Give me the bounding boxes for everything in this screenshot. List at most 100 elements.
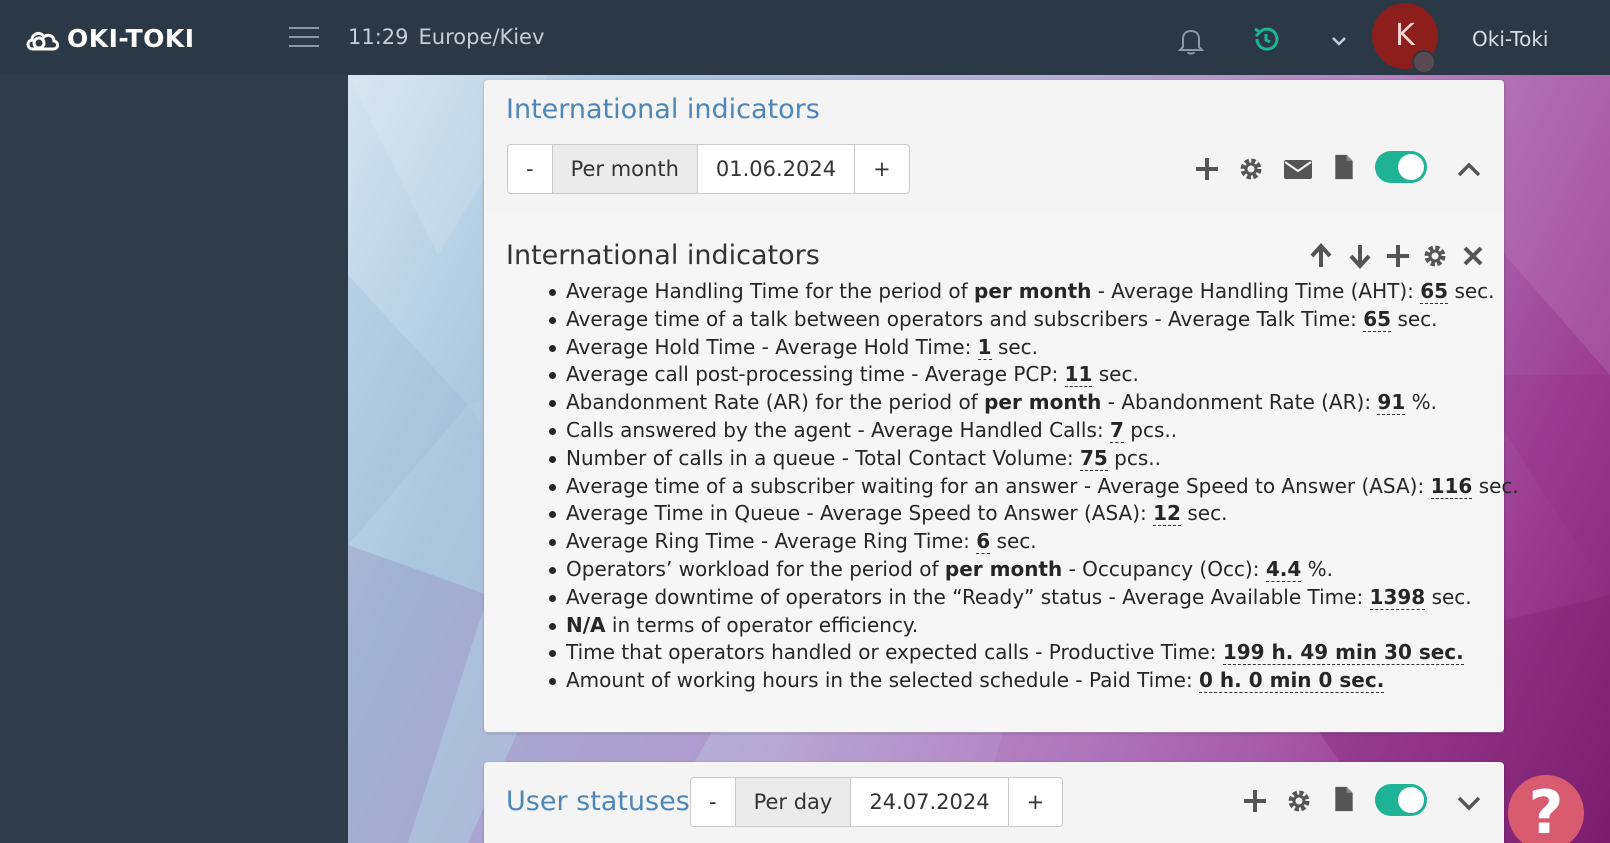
indicator-metric: - Abandonment Rate (AR): <box>1101 390 1378 415</box>
gear-icon[interactable] <box>1422 243 1448 269</box>
indicator-value[interactable]: 199 h. 49 min 30 sec. <box>1222 640 1464 666</box>
indicator-value[interactable]: 12 <box>1153 501 1181 527</box>
arrow-up-icon[interactable] <box>1308 243 1334 269</box>
indicator-value[interactable]: 65 <box>1363 306 1392 332</box>
top-bar: OKI-TOKI 11:29 Europe/Kiev K Oki-Toki <box>0 0 1610 75</box>
indicator-item: Operators’ workload for the period of pe… <box>540 556 1480 584</box>
indicator-item: Average time of a subscriber waiting for… <box>540 473 1519 501</box>
clock: 11:29 Europe/Kiev <box>348 25 544 49</box>
indicator-text: Amount of working hours in the selected … <box>566 668 1200 693</box>
indicator-item: Time that operators handled or expected … <box>540 639 1480 667</box>
indicator-item: Average Time in Queue - Average Speed to… <box>540 500 1480 528</box>
indicator-unit: pcs.. <box>1123 417 1178 442</box>
help-button[interactable]: ? <box>1508 775 1584 843</box>
logo[interactable]: OKI-TOKI <box>24 24 195 53</box>
indicator-text: Average downtime of operators in the “Re… <box>566 584 1370 609</box>
indicator-text: Average Time in Queue - Average Speed to… <box>566 501 1154 526</box>
add-icon[interactable] <box>1385 243 1411 269</box>
arrow-down-icon[interactable] <box>1347 243 1373 269</box>
indicator-text: Calls answered by the agent - Average Ha… <box>566 417 1110 442</box>
indicator-text: Average time of a subscriber waiting for… <box>566 473 1431 498</box>
indicator-metric: in terms of operator efficiency. <box>605 612 919 637</box>
chevron-down-icon[interactable] <box>1331 34 1347 48</box>
indicator-unit: sec. <box>1092 362 1139 387</box>
indicator-unit: pcs.. <box>1107 445 1162 470</box>
indicator-item: N/A in terms of operator efficiency. <box>540 612 1480 640</box>
indicator-text: Time that operators handled or expected … <box>566 640 1223 665</box>
indicator-text: Average Ring Time - Average Ring Time: <box>566 529 977 554</box>
indicator-period: per month <box>984 390 1102 415</box>
indicator-value[interactable]: 91 <box>1377 390 1406 416</box>
indicator-text: Average time of a talk between operators… <box>566 306 1364 331</box>
indicator-value[interactable]: 65 <box>1420 279 1449 304</box>
indicator-item: Average call post-processing time - Aver… <box>540 361 1480 389</box>
indicator-unit: %. <box>1301 556 1333 581</box>
indicator-unit: sec. <box>1425 584 1472 609</box>
indicator-item: Average Ring Time - Average Ring Time: 6… <box>540 528 1480 556</box>
indicator-item: Abandonment Rate (AR) for the period of … <box>540 389 1480 417</box>
widget-title: International indicators <box>506 240 820 271</box>
indicator-period: per month <box>974 279 1092 303</box>
add-icon[interactable] <box>1194 156 1220 182</box>
indicator-metric: - Average Handling Time (AHT): <box>1091 279 1421 303</box>
period-selector: - Per day 24.07.2024 + <box>690 777 1064 827</box>
indicator-item: Calls answered by the agent - Average Ha… <box>540 417 1480 445</box>
indicator-value[interactable]: 4.4 <box>1265 556 1302 582</box>
period-mode-button[interactable]: Per day <box>735 778 852 826</box>
indicator-text: Average Handling Time for the period of <box>566 279 975 303</box>
indicator-value[interactable]: 7 <box>1109 417 1124 443</box>
indicator-unit: sec. <box>990 529 1037 554</box>
indicator-metric: - Occupancy (Occ): <box>1062 556 1266 581</box>
date-input[interactable]: 01.06.2024 <box>698 145 856 193</box>
indicator-item: Average downtime of operators in the “Re… <box>540 584 1480 612</box>
indicator-value[interactable]: 0 h. 0 min 0 sec. <box>1199 668 1385 694</box>
prev-period-button[interactable]: - <box>508 145 553 193</box>
next-period-button[interactable]: + <box>855 145 909 193</box>
period-mode-button[interactable]: Per month <box>552 145 698 193</box>
current-time: 11:29 <box>348 25 409 49</box>
indicator-unit: sec. <box>1391 306 1438 331</box>
document-icon[interactable] <box>1331 154 1357 180</box>
close-icon[interactable] <box>1460 243 1486 269</box>
indicator-unit: %. <box>1405 390 1437 415</box>
status-dot <box>1412 50 1436 74</box>
indicator-value[interactable]: 1398 <box>1369 584 1426 610</box>
document-icon[interactable] <box>1331 786 1357 812</box>
timezone: Europe/Kiev <box>418 25 545 49</box>
menu-toggle-icon[interactable] <box>289 27 319 49</box>
indicator-value[interactable]: 75 <box>1079 445 1108 471</box>
username[interactable]: Oki-Toki <box>1472 27 1548 51</box>
cloud-logo-icon <box>26 31 60 50</box>
indicator-item: Number of calls in a queue - Total Conta… <box>540 445 1480 473</box>
panel-title: User statuses <box>506 786 690 817</box>
add-icon[interactable] <box>1242 788 1268 814</box>
indicator-value[interactable]: 11 <box>1064 362 1093 388</box>
indicator-item: Average Handling Time for the period of … <box>540 278 1495 306</box>
indicator-unit: sec. <box>1448 279 1495 303</box>
date-input[interactable]: 24.07.2024 <box>851 778 1009 826</box>
indicator-item: Average time of a talk between operators… <box>540 306 1480 334</box>
indicator-value[interactable]: 116 <box>1430 473 1473 499</box>
email-icon[interactable] <box>1283 156 1313 182</box>
period-selector: - Per month 01.06.2024 + <box>507 144 910 194</box>
indicator-unit: sec. <box>991 334 1039 359</box>
panel-toggle[interactable] <box>1375 784 1427 816</box>
prev-period-button[interactable]: - <box>691 778 736 826</box>
indicator-item: Amount of working hours in the selected … <box>540 667 1480 695</box>
bell-icon[interactable] <box>1177 26 1205 56</box>
logo-text: OKI-TOKI <box>67 24 195 53</box>
next-period-button[interactable]: + <box>1009 778 1063 826</box>
indicator-value[interactable]: 1 <box>977 334 992 360</box>
indicator-value[interactable]: 6 <box>976 529 991 555</box>
gear-icon[interactable] <box>1286 788 1312 814</box>
indicator-text: Operators’ workload for the period of <box>566 556 945 581</box>
indicator-list: Average Handling Time for the period of … <box>540 278 1519 695</box>
indicator-unit: sec. <box>1180 501 1228 526</box>
indicator-text: Number of calls in a queue - Total Conta… <box>566 445 1080 470</box>
chevron-up-icon[interactable] <box>1456 157 1482 183</box>
chevron-down-icon[interactable] <box>1456 790 1482 816</box>
panel-toggle[interactable] <box>1375 151 1427 183</box>
history-icon[interactable] <box>1251 24 1281 54</box>
indicator-text: Abandonment Rate (AR) for the period of <box>566 390 985 415</box>
gear-icon[interactable] <box>1238 156 1264 182</box>
